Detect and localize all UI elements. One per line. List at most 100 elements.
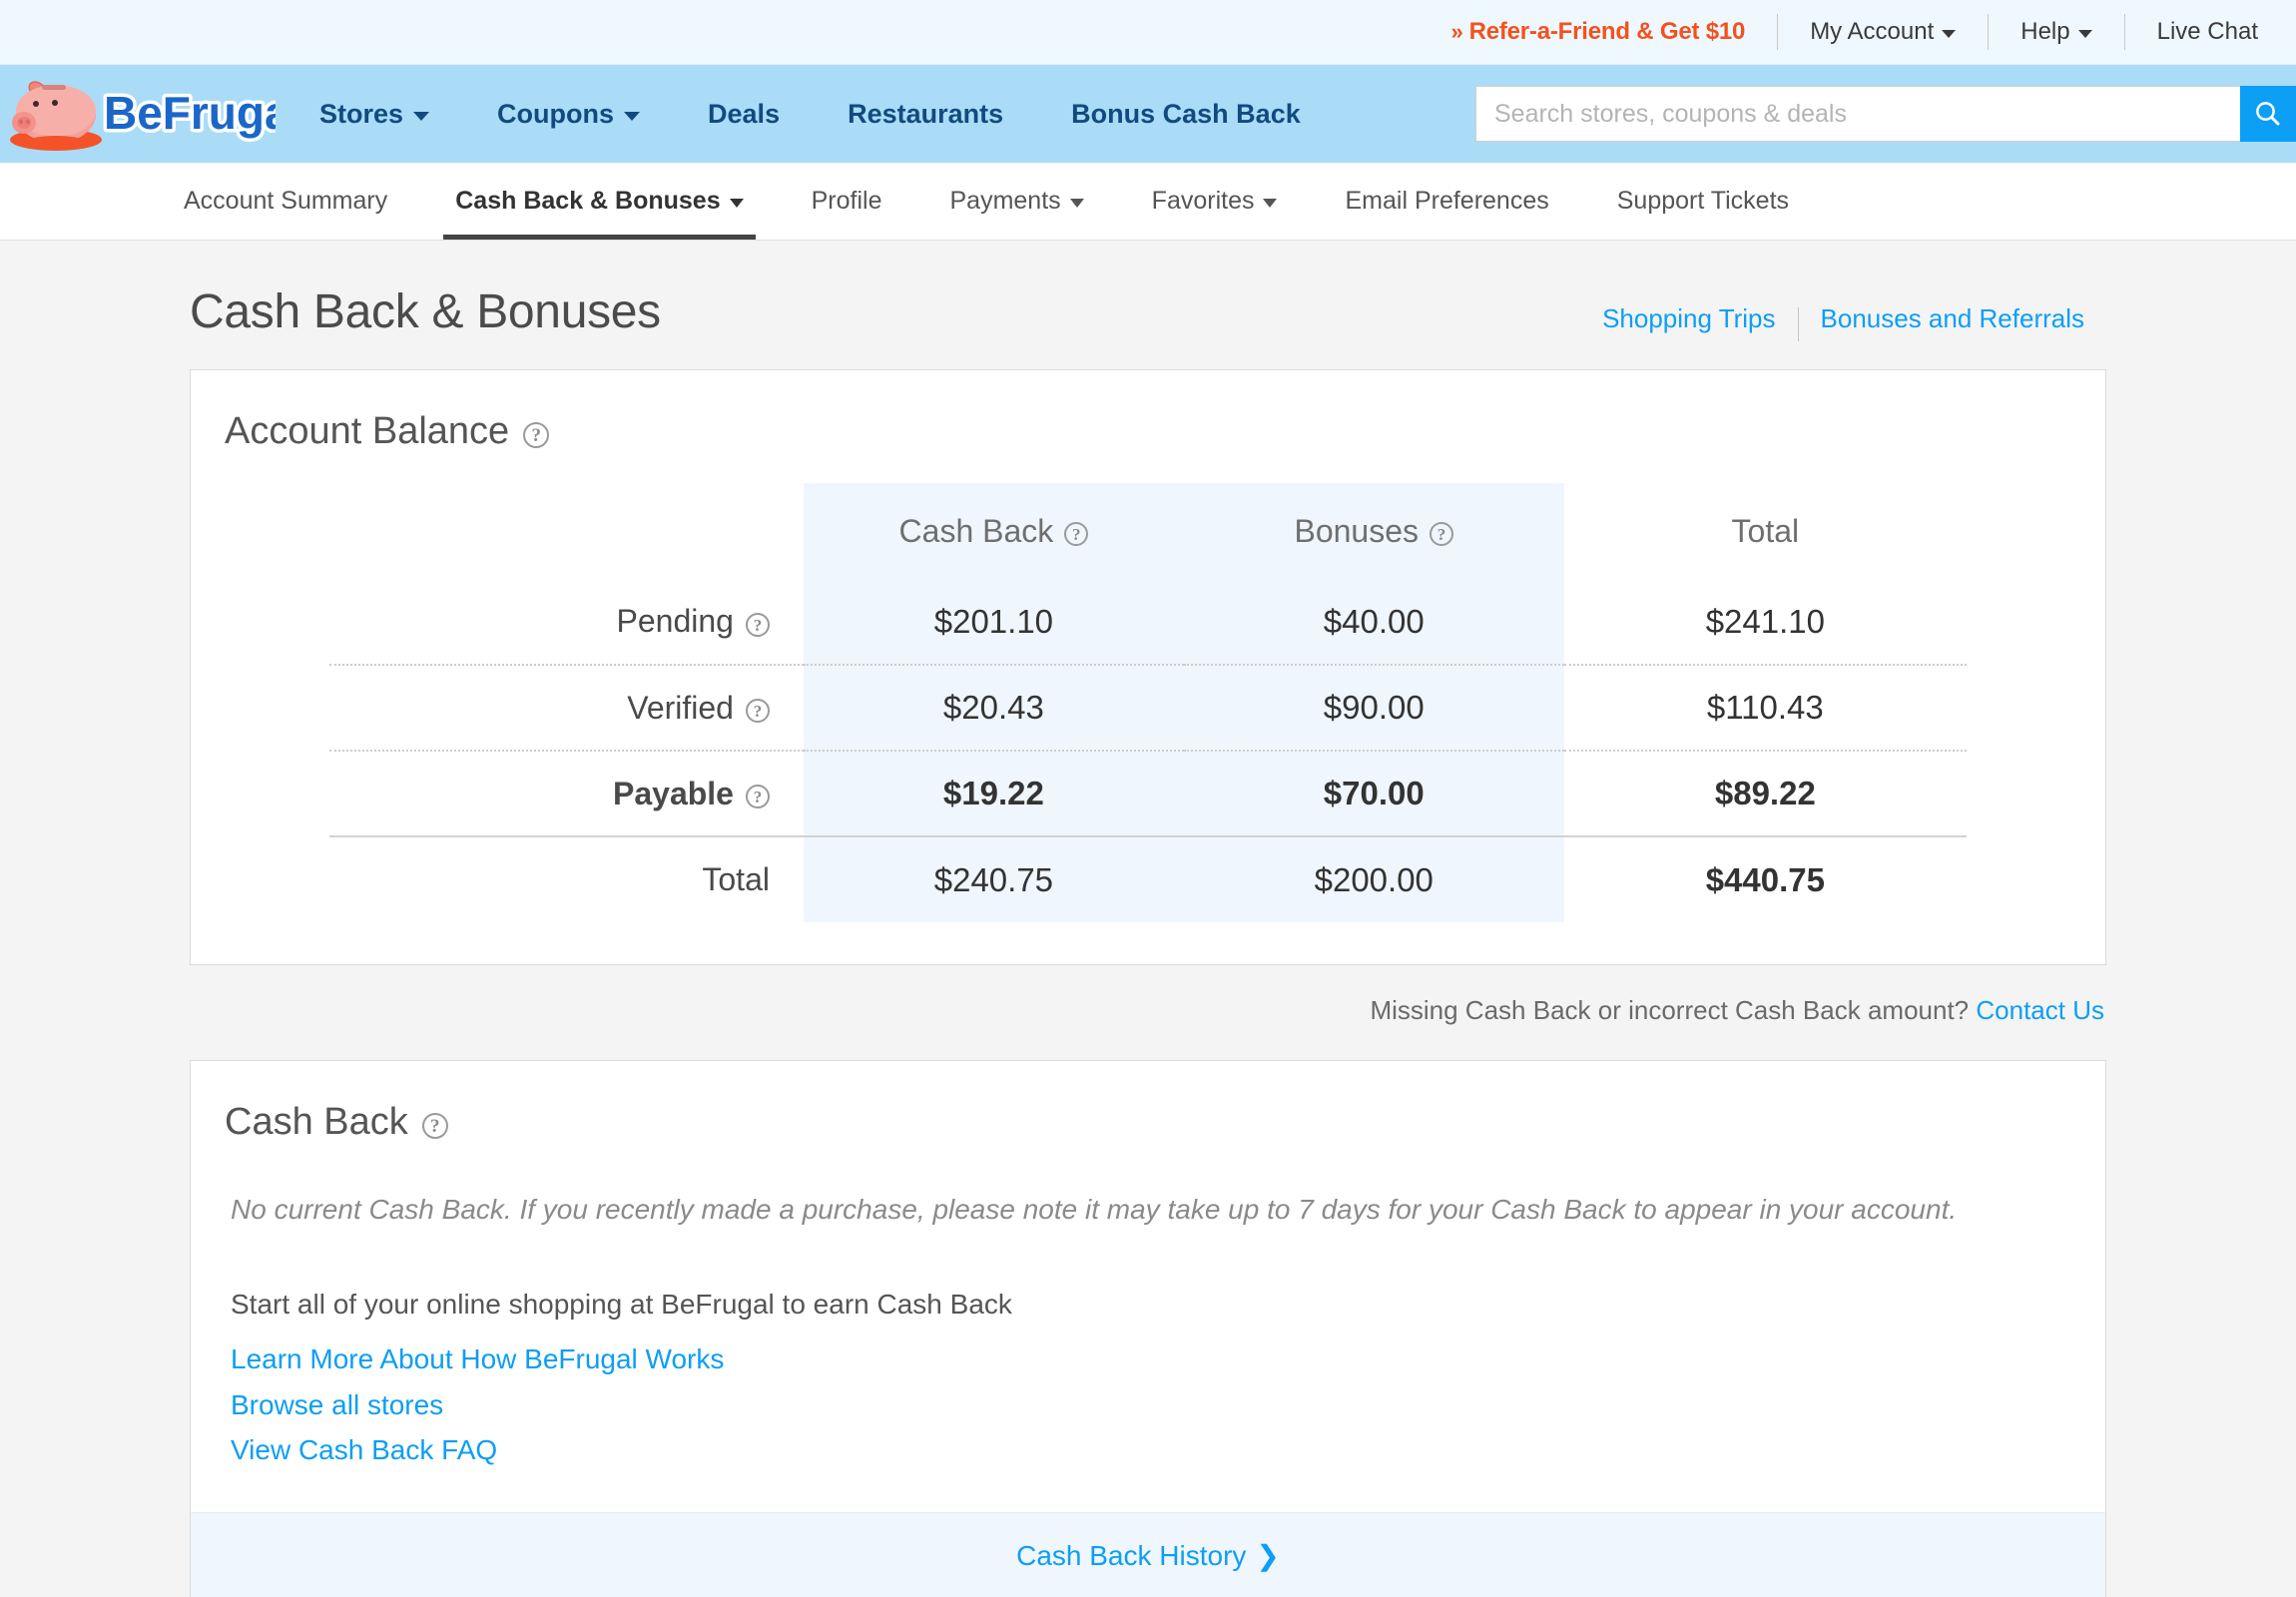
row-label-cell: Pending ? <box>329 579 804 666</box>
bonuses-and-referrals-link[interactable]: Bonuses and Referrals <box>1799 303 2106 334</box>
subnav-item-label: Cash Back & Bonuses <box>455 187 721 215</box>
pending-cash-back-amount: $201.10 <box>803 579 1184 666</box>
help-circle-icon[interactable]: ? <box>1064 522 1089 546</box>
total-cash-back-amount: $240.75 <box>803 836 1184 922</box>
cash-back-footer: Cash Back History ❯ <box>191 1512 2105 1597</box>
subnav-item-cash-back-and-bonuses[interactable]: Cash Back & Bonuses <box>421 163 777 240</box>
table-row-payable: Payable ? $19.22 $70.00 $89.22 <box>329 751 1967 837</box>
svg-text:BeFrugal: BeFrugal <box>104 87 276 139</box>
chevron-down-icon <box>2077 30 2092 38</box>
nav-item-restaurants[interactable]: Restaurants <box>814 99 1037 130</box>
nav-item-label: Deals <box>708 98 781 129</box>
table-row-verified: Verified ? $20.43 $90.00 $110.43 <box>329 665 1967 752</box>
row-label: Payable <box>613 775 734 811</box>
chevron-down-icon <box>413 111 430 121</box>
page-title: Cash Back & Bonuses <box>190 285 661 338</box>
subnav-item-payments[interactable]: Payments <box>916 163 1118 240</box>
divider <box>1797 306 1799 341</box>
account-balance-table-wrap: Cash Back ? Bonuses ? Total Pending ? $2… <box>191 453 2105 964</box>
my-account-menu[interactable]: My Account <box>1810 18 1957 46</box>
subnav-item-profile[interactable]: Profile <box>778 163 916 240</box>
table-header-row: Cash Back ? Bonuses ? Total <box>329 483 1967 579</box>
nav-item-deals[interactable]: Deals <box>674 99 814 130</box>
table-row-pending: Pending ? $201.10 $40.00 $241.10 <box>329 579 1967 666</box>
row-label: Pending <box>616 603 734 639</box>
search-button[interactable] <box>2240 86 2296 142</box>
help-label: Help <box>2020 18 2070 45</box>
help-circle-icon[interactable]: ? <box>745 785 770 808</box>
search-icon <box>2256 102 2280 126</box>
subnav-item-email-preferences[interactable]: Email Preferences <box>1311 163 1582 240</box>
chevron-down-icon <box>1942 30 1957 38</box>
help-circle-icon[interactable]: ? <box>421 1112 448 1139</box>
double-chevron-right-icon: » <box>1450 19 1463 44</box>
help-circle-icon[interactable]: ? <box>745 612 770 637</box>
header-total-label: Total <box>1731 512 1800 549</box>
verified-bonuses-amount: $90.00 <box>1183 665 1564 752</box>
subnav-item-label: Payments <box>949 187 1061 215</box>
row-label-cell: Payable ? <box>329 751 804 837</box>
missing-cash-back-text: Missing Cash Back or incorrect Cash Back… <box>1370 995 1970 1025</box>
live-chat-label: Live Chat <box>2156 18 2258 45</box>
befrugal-logo[interactable]: BeFrugal BeFrugal <box>8 73 276 155</box>
chevron-down-icon <box>624 111 641 121</box>
help-menu[interactable]: Help <box>2020 18 2092 46</box>
cash-back-title-label: Cash Back <box>225 1101 408 1143</box>
contact-us-link[interactable]: Contact Us <box>1976 995 2104 1025</box>
account-balance-card: Account Balance ? Cash Back ? Bonuses ? … <box>190 369 2106 965</box>
view-cash-back-faq-link[interactable]: View Cash Back FAQ <box>231 1427 497 1472</box>
subnav-item-label: Profile <box>811 187 882 215</box>
payable-total-amount: $89.22 <box>1563 751 1967 837</box>
row-label: Total <box>702 861 770 897</box>
main-nav-links: Stores Coupons Deals Restaurants Bonus C… <box>286 99 1335 130</box>
chevron-right-icon: ❯ <box>1256 1540 1280 1572</box>
subnav-item-favorites[interactable]: Favorites <box>1118 163 1312 240</box>
refer-a-friend-link[interactable]: » Refer-a-Friend & Get $10 <box>1451 18 1746 46</box>
page-header: Cash Back & Bonuses Shopping Trips Bonus… <box>190 241 2106 369</box>
cash-back-history-link[interactable]: Cash Back History ❯ <box>1016 1539 1280 1572</box>
divider <box>1988 14 1990 50</box>
header-total: Total <box>1564 483 1967 579</box>
help-circle-icon[interactable]: ? <box>523 421 550 448</box>
utility-bar-items: » Refer-a-Friend & Get $10 My Account He… <box>1451 0 2258 64</box>
header-bonuses-label: Bonuses <box>1294 512 1420 549</box>
page-content: Cash Back & Bonuses Shopping Trips Bonus… <box>0 241 2296 1597</box>
utility-bar: » Refer-a-Friend & Get $10 My Account He… <box>0 0 2296 65</box>
payable-cash-back-amount: $19.22 <box>803 751 1184 837</box>
search-input[interactable] <box>1475 86 2240 142</box>
missing-cash-back-note: Missing Cash Back or incorrect Cash Back… <box>190 965 2106 1060</box>
help-circle-icon[interactable]: ? <box>745 699 770 723</box>
nav-item-coupons[interactable]: Coupons <box>463 99 674 130</box>
payable-bonuses-amount: $70.00 <box>1183 751 1564 837</box>
table-row-total: Total $240.75 $200.00 $440.75 <box>329 836 1967 922</box>
subnav-item-label: Support Tickets <box>1616 187 1790 215</box>
live-chat-link[interactable]: Live Chat <box>2157 18 2258 46</box>
row-label: Verified <box>627 689 734 726</box>
subnav-item-support-tickets[interactable]: Support Tickets <box>1583 163 1823 240</box>
nav-item-label: Coupons <box>497 98 615 129</box>
nav-item-bonus-cash-back[interactable]: Bonus Cash Back <box>1037 99 1335 130</box>
subnav-item-account-summary[interactable]: Account Summary <box>150 163 421 240</box>
account-balance-title: Account Balance ? <box>191 370 2105 453</box>
befrugal-logo-graphic: BeFrugal BeFrugal <box>10 81 276 151</box>
cash-back-body: No current Cash Back. If you recently ma… <box>191 1144 2105 1512</box>
browse-all-stores-link[interactable]: Browse all stores <box>231 1382 443 1427</box>
main-navigation-bar: BeFrugal BeFrugal Stores Coupons Deals R… <box>0 65 2296 163</box>
help-circle-icon[interactable]: ? <box>1430 522 1454 546</box>
chevron-down-icon <box>1263 199 1278 208</box>
header-cash-back: Cash Back ? <box>803 483 1184 579</box>
chevron-down-icon <box>729 199 744 208</box>
shopping-trips-link[interactable]: Shopping Trips <box>1580 303 1797 334</box>
nav-item-label: Restaurants <box>848 98 1004 129</box>
account-balance-title-label: Account Balance <box>225 410 510 452</box>
header-cash-back-label: Cash Back <box>898 512 1054 549</box>
divider <box>2123 14 2125 50</box>
nav-item-stores[interactable]: Stores <box>286 99 463 130</box>
pending-bonuses-amount: $40.00 <box>1183 579 1564 666</box>
chevron-down-icon <box>1069 199 1084 208</box>
grand-total-amount: $440.75 <box>1705 860 1825 898</box>
nav-item-label: Stores <box>319 98 404 129</box>
header-bonuses: Bonuses ? <box>1183 483 1564 579</box>
learn-more-link[interactable]: Learn More About How BeFrugal Works <box>231 1336 724 1381</box>
row-label-cell: Total <box>329 836 804 922</box>
